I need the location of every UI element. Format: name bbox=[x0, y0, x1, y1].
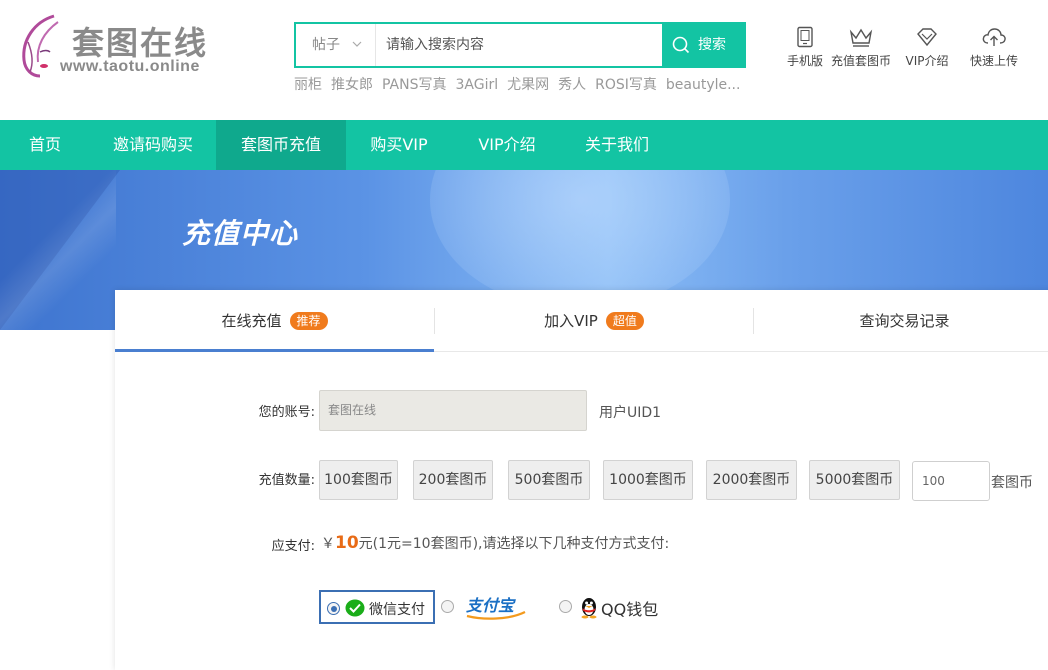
pay-amount: 10 bbox=[335, 533, 359, 553]
amount-option-1000[interactable]: 1000套图币 bbox=[603, 460, 693, 500]
pay-note: 元(1元=10套图币),请选择以下几种支付方式支付: bbox=[358, 536, 670, 552]
qq-penguin-icon bbox=[581, 598, 597, 619]
nav-item-recharge[interactable]: 套图币充值 bbox=[216, 120, 346, 170]
recommend-badge: 推荐 bbox=[289, 312, 328, 330]
quick-link-vip[interactable]: VIP介绍 bbox=[892, 26, 962, 69]
recharge-tabs: 在线充值 推荐 加入VIP 超值 查询交易记录 bbox=[115, 290, 1048, 352]
account-label: 您的账号: bbox=[258, 405, 315, 420]
user-uid: 用户UID1 bbox=[599, 405, 662, 421]
crown-icon bbox=[849, 28, 873, 47]
logo-url: www.taotu.online bbox=[60, 58, 200, 75]
quick-link-label: VIP介绍 bbox=[905, 54, 949, 68]
payment-qq-wallet[interactable]: QQ钱包 bbox=[559, 590, 669, 624]
tab-online-recharge[interactable]: 在线充值 推荐 bbox=[115, 290, 434, 352]
cloud-upload-icon bbox=[982, 28, 1006, 46]
currency-symbol: ￥ bbox=[321, 536, 335, 552]
quick-link-recharge[interactable]: 充值套图币 bbox=[826, 26, 896, 69]
payment-label: 微信支付 bbox=[369, 602, 425, 618]
amount-option-5000[interactable]: 5000套图币 bbox=[809, 460, 900, 500]
tab-join-vip[interactable]: 加入VIP 超值 bbox=[435, 290, 753, 352]
hot-tag[interactable]: 丽柜 bbox=[294, 77, 322, 93]
hot-tag[interactable]: PANS写真 bbox=[382, 77, 446, 93]
amount-option-2000[interactable]: 2000套图币 bbox=[706, 460, 797, 500]
tablet-icon bbox=[797, 26, 813, 48]
quick-link-label: 快速上传 bbox=[969, 54, 1018, 68]
nav-item-vip-intro[interactable]: VIP介绍 bbox=[452, 120, 562, 170]
main-nav: 首页 邀请码购买 套图币充值 购买VIP VIP介绍 关于我们 bbox=[0, 120, 1048, 170]
banner-glow bbox=[430, 170, 730, 310]
search-category-label: 帖子 bbox=[312, 37, 340, 53]
hot-tag[interactable]: 尤果网 bbox=[507, 77, 549, 93]
payment-wechat[interactable]: 微信支付 bbox=[319, 590, 435, 624]
amount-label: 充值数量: bbox=[258, 473, 315, 488]
site-logo[interactable]: 套图在线 www.taotu.online bbox=[14, 12, 214, 80]
tab-label: 在线充值 bbox=[221, 312, 282, 330]
hot-tag[interactable]: ROSI写真 bbox=[595, 77, 657, 93]
amount-option-200[interactable]: 200套图币 bbox=[413, 460, 493, 500]
banner-title: 充值中心 bbox=[182, 217, 299, 250]
account-field: 套图在线 bbox=[319, 390, 587, 431]
custom-amount-input[interactable] bbox=[912, 461, 990, 501]
tab-label: 加入VIP bbox=[544, 312, 598, 330]
tab-label: 查询交易记录 bbox=[859, 312, 950, 330]
chevron-down-icon bbox=[352, 41, 362, 47]
search-icon bbox=[672, 36, 690, 54]
banner-shape bbox=[0, 170, 116, 330]
amount-option-100[interactable]: 100套图币 bbox=[319, 460, 398, 500]
search-category-select[interactable]: 帖子 bbox=[296, 24, 376, 66]
pay-label: 应支付: bbox=[271, 539, 315, 554]
nav-item-buy-vip[interactable]: 购买VIP bbox=[346, 120, 452, 170]
search-bar: 帖子 搜索 bbox=[294, 22, 746, 68]
quick-link-label: 手机版 bbox=[786, 54, 823, 68]
tab-transaction-history[interactable]: 查询交易记录 bbox=[754, 290, 1048, 352]
nav-item-home[interactable]: 首页 bbox=[0, 120, 90, 170]
diamond-icon bbox=[917, 28, 937, 47]
radio-button[interactable] bbox=[441, 600, 454, 613]
hot-tag[interactable]: 3AGirl bbox=[455, 77, 498, 93]
alipay-logo-text: 支付宝 bbox=[466, 596, 516, 615]
quick-link-label: 充值套图币 bbox=[830, 54, 891, 68]
hot-tag[interactable]: 秀人 bbox=[558, 77, 586, 93]
nav-item-invite-code[interactable]: 邀请码购买 bbox=[90, 120, 216, 170]
amount-option-500[interactable]: 500套图币 bbox=[508, 460, 590, 500]
radio-button[interactable] bbox=[559, 600, 572, 613]
hot-tags: 丽柜 推女郎 PANS写真 3AGirl 尤果网 秀人 ROSI写真 beautyle... bbox=[294, 74, 744, 94]
value-badge: 超值 bbox=[605, 312, 644, 330]
search-button[interactable]: 搜索 bbox=[662, 22, 746, 68]
payment-alipay[interactable]: 支付宝 bbox=[441, 590, 541, 624]
recharge-panel: 在线充值 推荐 加入VIP 超值 查询交易记录 您的账号: 套图在线 用户UID1 … bbox=[115, 290, 1048, 670]
hot-tag[interactable]: 推女郎 bbox=[331, 77, 373, 93]
radio-button[interactable] bbox=[327, 602, 340, 615]
search-input[interactable] bbox=[376, 24, 662, 66]
nav-item-about[interactable]: 关于我们 bbox=[562, 120, 672, 170]
alipay-logo: 支付宝 bbox=[466, 596, 526, 620]
custom-amount-unit: 套图币 bbox=[991, 475, 1033, 491]
wechat-icon bbox=[345, 599, 365, 617]
payment-label: QQ钱包 bbox=[601, 600, 659, 619]
quick-link-upload[interactable]: 快速上传 bbox=[959, 26, 1029, 69]
pay-summary: ￥10元(1元=10套图币),请选择以下几种支付方式支付: bbox=[321, 533, 669, 553]
hot-tag[interactable]: beautyle... bbox=[666, 77, 741, 93]
site-header: 套图在线 www.taotu.online 帖子 搜索 丽柜推女郎 PANS写真 3… bbox=[0, 0, 1048, 120]
search-button-label: 搜索 bbox=[698, 37, 726, 53]
